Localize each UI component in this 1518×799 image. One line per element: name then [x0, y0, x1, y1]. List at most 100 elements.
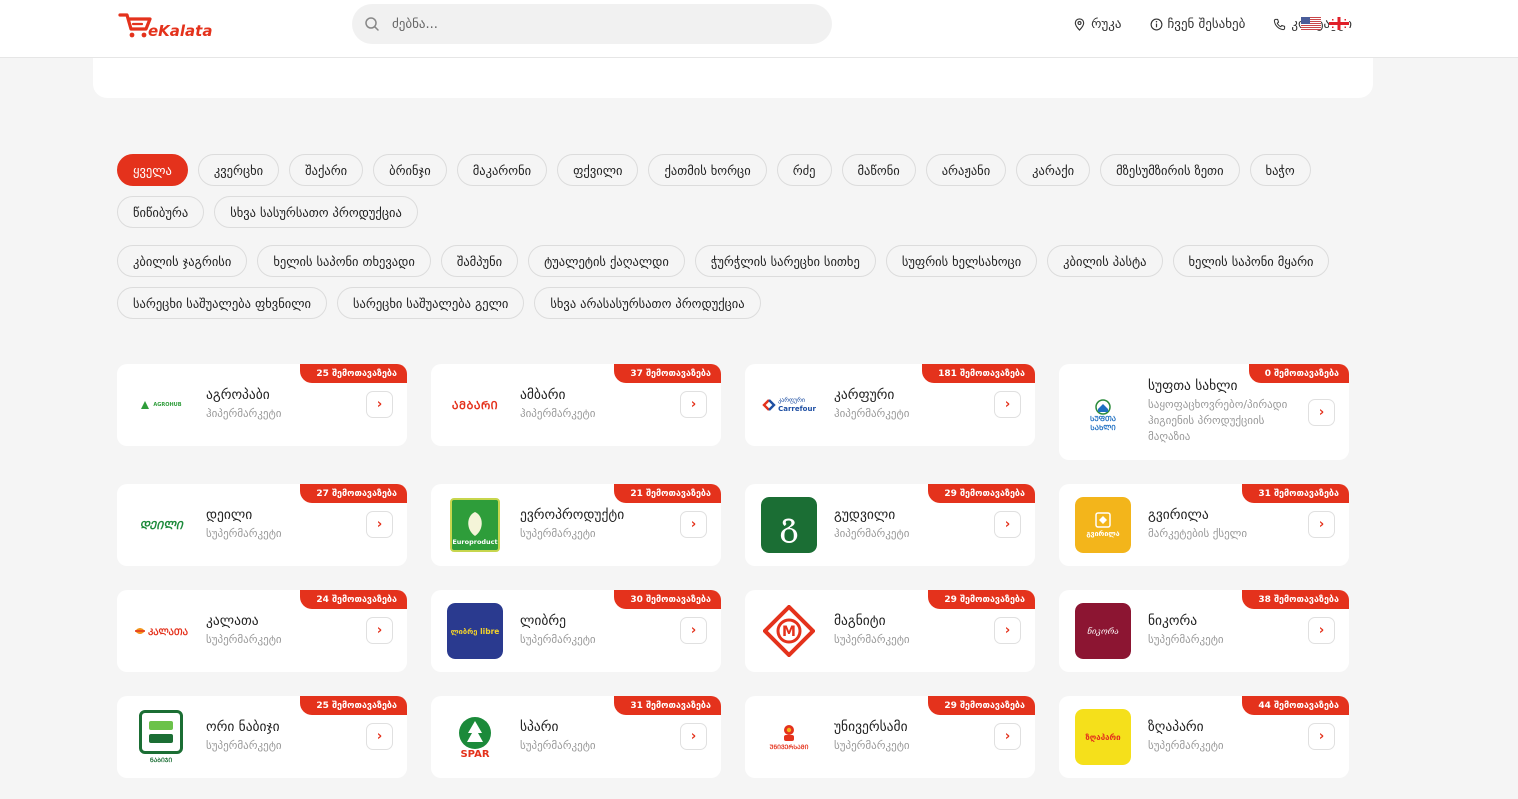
category-chip[interactable]: რძე	[776, 154, 832, 186]
category-chip[interactable]: ჭურჭლის სარეცხი სითხე	[694, 245, 876, 277]
offers-badge: 37 შემოთავაზება	[614, 364, 721, 383]
store-card[interactable]: 181 შემოთავაზება კარფური Carrefour კარფური ჰ…	[745, 364, 1035, 446]
nav-map-label: რუკა	[1091, 16, 1122, 32]
category-chip[interactable]: სხვა არასასურსათო პროდუქცია	[534, 287, 761, 319]
open-store-button[interactable]: ›	[994, 391, 1021, 418]
category-chip[interactable]: სუფრის ხელსახოცი	[885, 245, 1038, 277]
store-card[interactable]: 29 შემოთავაზება გ გუდვილი ჰიპერმარკეტი ›	[745, 484, 1035, 566]
open-store-button[interactable]: ›	[1308, 511, 1335, 538]
chevron-right-icon: ›	[1004, 623, 1011, 638]
category-chip[interactable]: ბრინჯი	[373, 154, 447, 186]
offers-badge: 27 შემოთავაზება	[300, 484, 407, 503]
store-card[interactable]: 0 შემოთავაზება ᲡᲣᲤᲗᲐ ᲡᲐᲮᲚᲘ სუფთა სახლი საყოფ…	[1059, 364, 1349, 460]
store-card[interactable]: 31 შემოთავაზება გვირილა გვირილა მარკეტების …	[1059, 484, 1349, 566]
category-chip[interactable]: შაქარი	[289, 154, 364, 186]
store-type: სუპერმარკეტი	[206, 633, 282, 646]
open-store-button[interactable]: ›	[680, 617, 707, 644]
search-icon	[365, 17, 379, 31]
store-type: სუპერმარკეტი	[834, 633, 910, 646]
open-store-button[interactable]: ›	[680, 391, 707, 418]
nav-map-link[interactable]: რუკა	[1073, 16, 1122, 32]
store-card[interactable]: 44 შემოთავაზება ზღაპარი ზღაპარი სუპერმარკეტ…	[1059, 696, 1349, 778]
language-switcher	[1301, 17, 1349, 30]
store-type: ჰიპერმარკეტი	[206, 407, 282, 420]
store-card[interactable]: 25 შემოთავაზება ᲜᲐᲑᲘᲯᲘ ორი ნაბიჯი სუპერმარკ…	[117, 696, 407, 778]
open-store-button[interactable]: ›	[366, 617, 393, 644]
open-store-button[interactable]: ›	[680, 723, 707, 750]
open-store-button[interactable]: ›	[994, 617, 1021, 644]
chevron-right-icon: ›	[690, 729, 697, 744]
store-card[interactable]: 27 შემოთავაზება ᲓᲔᲘᲚᲘ დეილი სუპერმარკეტი ›	[117, 484, 407, 566]
category-chip[interactable]: შამპუნი	[440, 245, 519, 277]
store-card[interactable]: 29 შემოთავაზება Mმაგნიტი სუპერმარკეტი ›	[745, 590, 1035, 672]
open-store-button[interactable]: ›	[1308, 723, 1335, 750]
offers-badge: 29 შემოთავაზება	[928, 590, 1035, 609]
store-card[interactable]: 38 შემოთავაზება ნიკორა ნიკორა სუპერმარკეტი ›	[1059, 590, 1349, 672]
open-store-button[interactable]: ›	[1308, 617, 1335, 644]
store-card[interactable]: 37 შემოთავაზება ᲐᲛᲑᲐᲠᲘ ამბარი ჰიპერმარკეტი ›	[431, 364, 721, 446]
category-chip[interactable]: კბილის ჯაგრისი	[117, 245, 248, 277]
chevron-right-icon: ›	[376, 729, 383, 744]
en-flag-icon[interactable]	[1301, 17, 1321, 30]
store-name: სუფთა სახლი	[1148, 378, 1238, 394]
banner-card	[93, 58, 1373, 98]
store-card[interactable]: 29 შემოთავაზება ᲣᲜᲘᲕᲔᲠᲡᲐᲛᲘ უნივერსამი სუპერ…	[745, 696, 1035, 778]
store-card[interactable]: 24 შემოთავაზება ᲙᲐᲚᲐᲗᲐ კალათა სუპერმარკეტი ›	[117, 590, 407, 672]
open-store-button[interactable]: ›	[366, 511, 393, 538]
open-store-button[interactable]: ›	[366, 723, 393, 750]
ekalata-logo[interactable]: eKalata	[118, 10, 212, 42]
zgapari-logo: ზღაპარი	[1075, 709, 1131, 765]
open-store-button[interactable]: ›	[994, 723, 1021, 750]
store-type: მარკეტების ქსელი	[1148, 527, 1248, 540]
store-name: ორი ნაბიჯი	[206, 719, 280, 735]
category-chip[interactable]: მაკარონი	[456, 154, 548, 186]
logo-text: ᲓᲔᲘᲚᲘ	[139, 518, 183, 532]
category-chip[interactable]: სარეცხი საშუალება გელი	[337, 287, 525, 319]
category-chip[interactable]: ხაჭო	[1249, 154, 1311, 186]
category-chip[interactable]: კვერცხი	[197, 154, 280, 186]
universami-logo: ᲣᲜᲘᲕᲔᲠᲡᲐᲛᲘ	[761, 709, 817, 765]
offers-badge: 181 შემოთავაზება	[922, 364, 1035, 383]
logo-text: M	[782, 624, 796, 640]
logo-text: ლიბრე libre	[450, 626, 500, 636]
offers-badge: 25 შემოთავაზება	[300, 696, 407, 715]
category-chip[interactable]: წიწიბურა	[117, 196, 205, 228]
category-chip[interactable]: არაჟანი	[925, 154, 1007, 186]
offers-badge: 25 შემოთავაზება	[300, 364, 407, 383]
kalata-logo: ᲙᲐᲚᲐᲗᲐ	[133, 603, 189, 659]
open-store-button[interactable]: ›	[994, 511, 1021, 538]
search-bar[interactable]	[352, 4, 832, 44]
search-input[interactable]	[392, 16, 792, 32]
category-chip[interactable]: ქათმის ხორცი	[648, 154, 767, 186]
category-chip[interactable]: სხვა სასურსათო პროდუქცია	[214, 196, 418, 228]
category-chip[interactable]: კარაქი	[1016, 154, 1091, 186]
store-card[interactable]: 21 შემოთავაზება Europroduct ევროპროდუქტი სუ…	[431, 484, 721, 566]
store-card[interactable]: 31 შემოთავაზება SPAR სპარი სუპერმარკეტი ›	[431, 696, 721, 778]
offers-badge: 0 შემოთავაზება	[1248, 364, 1349, 383]
category-chip[interactable]: ყველა	[117, 154, 188, 186]
category-chip[interactable]: მზესუმზირის ზეთი	[1100, 154, 1240, 186]
logo-text: გ	[779, 506, 799, 544]
open-store-button[interactable]: ›	[1308, 399, 1335, 426]
category-chip[interactable]: ხელის საპონი თხევადი	[257, 245, 431, 277]
ge-flag-icon[interactable]	[1329, 17, 1349, 30]
nav-about-link[interactable]: ჩვენ შესახებ	[1150, 17, 1245, 32]
category-chip[interactable]: კბილის პასტა	[1047, 245, 1163, 277]
store-card[interactable]: 25 შემოთავაზება AGROHUB აგროპაბი ჰიპერმარკე…	[117, 364, 407, 446]
category-chip[interactable]: ხელის საპონი მყარი	[1172, 245, 1330, 277]
libre-logo: ლიბრე libre	[447, 603, 503, 659]
open-store-button[interactable]: ›	[366, 391, 393, 418]
open-store-button[interactable]: ›	[680, 511, 707, 538]
category-chip[interactable]: მაწონი	[841, 154, 916, 186]
agrohub-logo: AGROHUB	[133, 377, 189, 433]
offers-badge: 31 შემოთავაზება	[614, 696, 721, 715]
category-chip[interactable]: ფქვილი	[557, 154, 639, 186]
store-name: ზღაპარი	[1148, 719, 1204, 735]
store-card[interactable]: 30 შემოთავაზება ლიბრე libre ლიბრე სუპერმარკ…	[431, 590, 721, 672]
store-name: ლიბრე	[520, 613, 566, 629]
category-chip[interactable]: სარეცხი საშუალება ფხვნილი	[117, 287, 327, 319]
category-chip[interactable]: ტუალეტის ქაღალდი	[528, 245, 685, 277]
logo-text: AGROHUB	[153, 402, 182, 408]
daily-logo: ᲓᲔᲘᲚᲘ	[133, 497, 189, 553]
chevron-right-icon: ›	[690, 397, 697, 412]
